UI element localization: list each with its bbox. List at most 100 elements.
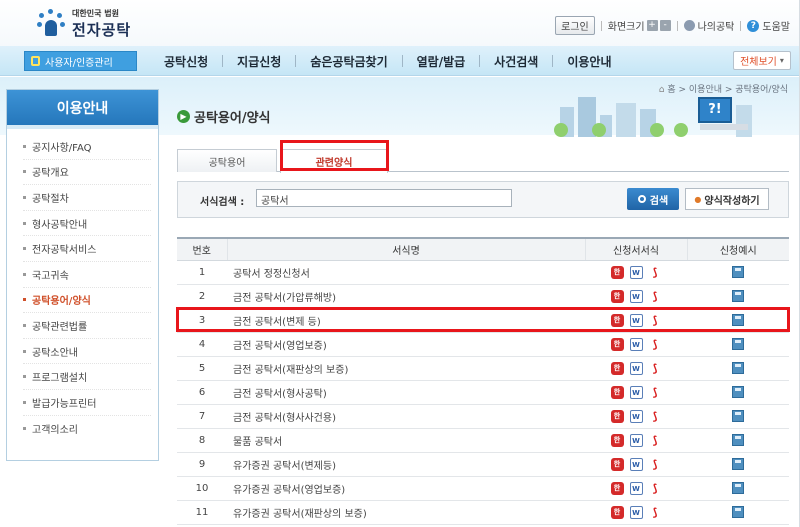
- pdf-icon[interactable]: ⟆: [648, 433, 662, 447]
- download-example-icon[interactable]: [732, 410, 744, 422]
- table-row: 2 금전 공탁서(가압류해방) 한 W ⟆: [177, 284, 789, 309]
- sidebar-item-terms-forms[interactable]: 공탁용어/양식: [23, 288, 151, 314]
- form-file-cell: 한 W ⟆: [585, 476, 687, 501]
- sidebar-item-laws[interactable]: 공탁관련법률: [23, 313, 151, 339]
- download-example-icon[interactable]: [732, 434, 744, 446]
- word-icon[interactable]: W: [629, 433, 643, 447]
- form-name-link[interactable]: 금전 공탁서(가압류해방): [227, 284, 585, 309]
- table-row: 6 금전 공탁서(형사공탁) 한 W ⟆: [177, 380, 789, 405]
- logo-emblem-icon: [36, 9, 66, 39]
- word-icon[interactable]: W: [629, 481, 643, 495]
- page-title-text: 공탁용어/양식: [194, 111, 271, 126]
- sidebar-item-criminal-deposit[interactable]: 형사공탁안내: [23, 211, 151, 237]
- nav-item-deposit-apply[interactable]: 공탁신청: [150, 53, 222, 70]
- write-form-button[interactable]: ● 양식작성하기: [685, 188, 769, 210]
- hwp-icon[interactable]: 한: [610, 265, 624, 279]
- row-number: 5: [177, 356, 227, 381]
- help-link[interactable]: 도움말: [762, 18, 790, 33]
- sidebar-item-label: 공지사항/FAQ: [32, 142, 92, 154]
- word-icon[interactable]: W: [629, 289, 643, 303]
- form-name-link[interactable]: 물품 공탁서: [227, 428, 585, 453]
- sidebar-title: 이용안내: [7, 90, 158, 129]
- download-example-icon[interactable]: [732, 482, 744, 494]
- site-logo[interactable]: 대한민국 법원 전자공탁: [36, 8, 131, 40]
- sidebar-item-feedback[interactable]: 고객의소리: [23, 416, 151, 442]
- sidebar-item-printers[interactable]: 발급가능프린터: [23, 390, 151, 416]
- sidebar-menu: 공지사항/FAQ 공탁개요 공탁절차 형사공탁안내 전자공탁서비스 국고귀속 공…: [7, 129, 158, 441]
- nav-item-usage-guide[interactable]: 이용안내: [553, 53, 625, 70]
- word-icon[interactable]: W: [629, 361, 643, 375]
- pdf-icon[interactable]: ⟆: [648, 385, 662, 399]
- row-highlight-box: [176, 307, 790, 332]
- download-example-icon[interactable]: [732, 362, 744, 374]
- pdf-icon[interactable]: ⟆: [648, 481, 662, 495]
- word-icon[interactable]: W: [629, 457, 643, 471]
- hwp-icon[interactable]: 한: [610, 481, 624, 495]
- hwp-icon[interactable]: 한: [610, 385, 624, 399]
- sidebar-item-program-install[interactable]: 프로그램설치: [23, 364, 151, 390]
- word-icon[interactable]: W: [629, 385, 643, 399]
- word-icon[interactable]: W: [629, 505, 643, 519]
- pdf-icon[interactable]: ⟆: [648, 409, 662, 423]
- bullet-icon: [23, 144, 26, 148]
- sidebar-item-notice-faq[interactable]: 공지사항/FAQ: [23, 134, 151, 160]
- arrow-right-icon: ▶: [177, 110, 190, 123]
- form-name-link[interactable]: 유가증권 공탁서(영업보증): [227, 476, 585, 501]
- hwp-icon[interactable]: 한: [610, 457, 624, 471]
- search-input[interactable]: 공탁서: [256, 189, 512, 207]
- download-example-icon[interactable]: [732, 338, 744, 350]
- word-icon[interactable]: W: [629, 265, 643, 279]
- sidebar-item-label: 전자공탁서비스: [32, 245, 97, 257]
- nav-item-case-search[interactable]: 사건검색: [480, 53, 552, 70]
- pdf-icon[interactable]: ⟆: [648, 505, 662, 519]
- sidebar-item-label: 공탁소안내: [32, 347, 78, 359]
- example-cell: [687, 260, 789, 285]
- divider: [740, 20, 742, 31]
- hwp-icon[interactable]: 한: [610, 409, 624, 423]
- form-name-link[interactable]: 공탁서 정정신청서: [227, 260, 585, 285]
- download-example-icon[interactable]: [732, 506, 744, 518]
- nav-item-view-issue[interactable]: 열람/발급: [403, 53, 480, 70]
- form-name-link[interactable]: 금전 공탁서(재판상의 보증): [227, 356, 585, 381]
- download-example-icon[interactable]: [732, 458, 744, 470]
- bullet-icon: [23, 247, 26, 251]
- form-name-link[interactable]: 유가증권 공탁서(변제등): [227, 452, 585, 477]
- nav-item-payment-apply[interactable]: 지급신청: [223, 53, 295, 70]
- view-all-button[interactable]: 전체보기 ▾: [733, 51, 791, 70]
- word-icon[interactable]: W: [629, 409, 643, 423]
- login-button[interactable]: 로그인: [555, 16, 595, 35]
- download-example-icon[interactable]: [732, 290, 744, 302]
- search-button[interactable]: 검색: [627, 188, 679, 210]
- form-name-link[interactable]: 금전 공탁서(형사사건용): [227, 404, 585, 429]
- form-name-link[interactable]: 금전 공탁서(형사공탁): [227, 380, 585, 405]
- sidebar-item-treasury[interactable]: 국고귀속: [23, 262, 151, 288]
- hwp-icon[interactable]: 한: [610, 361, 624, 375]
- tab-terms[interactable]: 공탁용어: [177, 149, 277, 172]
- pdf-icon[interactable]: ⟆: [648, 289, 662, 303]
- example-cell: [687, 332, 789, 357]
- form-name-link[interactable]: 유가증권 공탁서(재판상의 보증): [227, 500, 585, 525]
- sidebar-item-overview[interactable]: 공탁개요: [23, 160, 151, 186]
- nav-item-hidden-deposit[interactable]: 숨은공탁금찾기: [296, 53, 401, 70]
- hwp-icon[interactable]: 한: [610, 289, 624, 303]
- pdf-icon[interactable]: ⟆: [648, 361, 662, 375]
- form-name-link[interactable]: 금전 공탁서(영업보증): [227, 332, 585, 357]
- pdf-icon[interactable]: ⟆: [648, 265, 662, 279]
- keyboard-illustration: [700, 124, 748, 130]
- sidebar-item-procedure[interactable]: 공탁절차: [23, 185, 151, 211]
- user-auth-button[interactable]: 사용자/인증관리: [24, 51, 137, 71]
- hwp-icon[interactable]: 한: [610, 433, 624, 447]
- font-increase-button[interactable]: +: [646, 20, 658, 31]
- search-label: 서식검색 :: [200, 197, 245, 208]
- my-deposit-link[interactable]: 나의공탁: [698, 18, 735, 33]
- download-example-icon[interactable]: [732, 386, 744, 398]
- word-icon[interactable]: W: [629, 337, 643, 351]
- pdf-icon[interactable]: ⟆: [648, 337, 662, 351]
- download-example-icon[interactable]: [732, 266, 744, 278]
- pdf-icon[interactable]: ⟆: [648, 457, 662, 471]
- font-decrease-button[interactable]: -: [659, 20, 671, 31]
- hwp-icon[interactable]: 한: [610, 337, 624, 351]
- hwp-icon[interactable]: 한: [610, 505, 624, 519]
- sidebar-item-e-service[interactable]: 전자공탁서비스: [23, 236, 151, 262]
- sidebar-item-office-guide[interactable]: 공탁소안내: [23, 339, 151, 365]
